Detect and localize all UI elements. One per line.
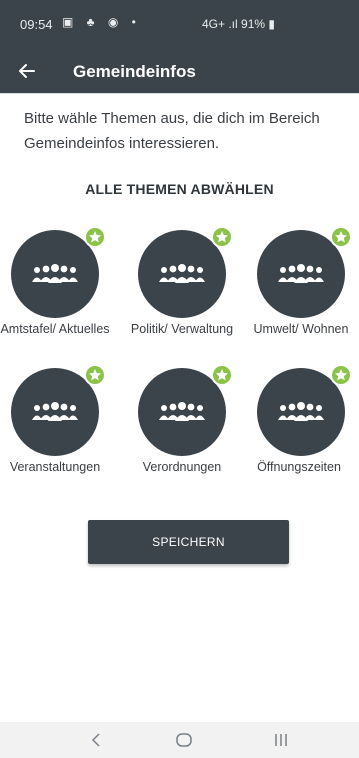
topic-label: Umwelt/ Wohnen <box>253 322 349 336</box>
selected-star-icon <box>330 226 352 248</box>
topic-circle <box>138 364 233 456</box>
topic-label: Amtstafel/ Aktuelles <box>0 322 110 336</box>
back-button[interactable] <box>14 58 40 84</box>
divider <box>0 93 359 94</box>
people-group-icon <box>32 402 78 421</box>
nav-recents-icon[interactable] <box>271 732 291 748</box>
save-button[interactable]: SPEICHERN <box>88 520 289 564</box>
notification-icons: ▣ ♣ ◉ • <box>62 15 141 29</box>
intro-text: Bitte wähle Themen aus, die dich im Bere… <box>24 110 320 152</box>
back-arrow-icon <box>19 64 35 78</box>
topic-circle <box>11 226 106 318</box>
topic-label: Politik/ Verwaltung <box>130 322 234 336</box>
people-group-icon <box>32 264 78 283</box>
nav-home-icon[interactable] <box>174 732 194 748</box>
selected-star-icon <box>84 226 106 248</box>
topic-circle <box>11 364 106 456</box>
app-bar: Gemeindeinfos <box>0 50 359 93</box>
topic-circle <box>257 226 352 318</box>
people-group-icon <box>278 402 324 421</box>
signal-icon: 4G+ .ıl <box>202 17 238 31</box>
status-bar: 09:54 ▣ ♣ ◉ • 4G+ .ıl 91% ▮ <box>0 0 359 50</box>
selected-star-icon <box>84 364 106 386</box>
selected-star-icon <box>330 364 352 386</box>
selected-star-icon <box>211 364 233 386</box>
people-group-icon <box>159 402 205 421</box>
network-battery-status: 4G+ .ıl 91% ▮ <box>202 17 275 31</box>
people-group-icon <box>278 264 324 283</box>
topic-label: Verordnungen <box>142 460 222 474</box>
people-group-icon <box>159 264 205 283</box>
nav-back-icon[interactable] <box>87 732 107 748</box>
system-navigation-bar <box>0 722 359 758</box>
selected-star-icon <box>211 226 233 248</box>
battery-icon: ▮ <box>268 17 276 31</box>
topic-circle <box>138 226 233 318</box>
page-title: Gemeindeinfos <box>73 62 196 81</box>
topic-circle <box>257 364 352 456</box>
status-time: 09:54 <box>20 17 53 32</box>
topic-label: Öffnungszeiten <box>257 460 341 474</box>
deselect-all-button[interactable]: ALLE THEMEN ABWÄHLEN <box>0 181 359 197</box>
battery-level: 91% <box>241 17 266 31</box>
topic-label: Veranstaltungen <box>9 460 101 474</box>
